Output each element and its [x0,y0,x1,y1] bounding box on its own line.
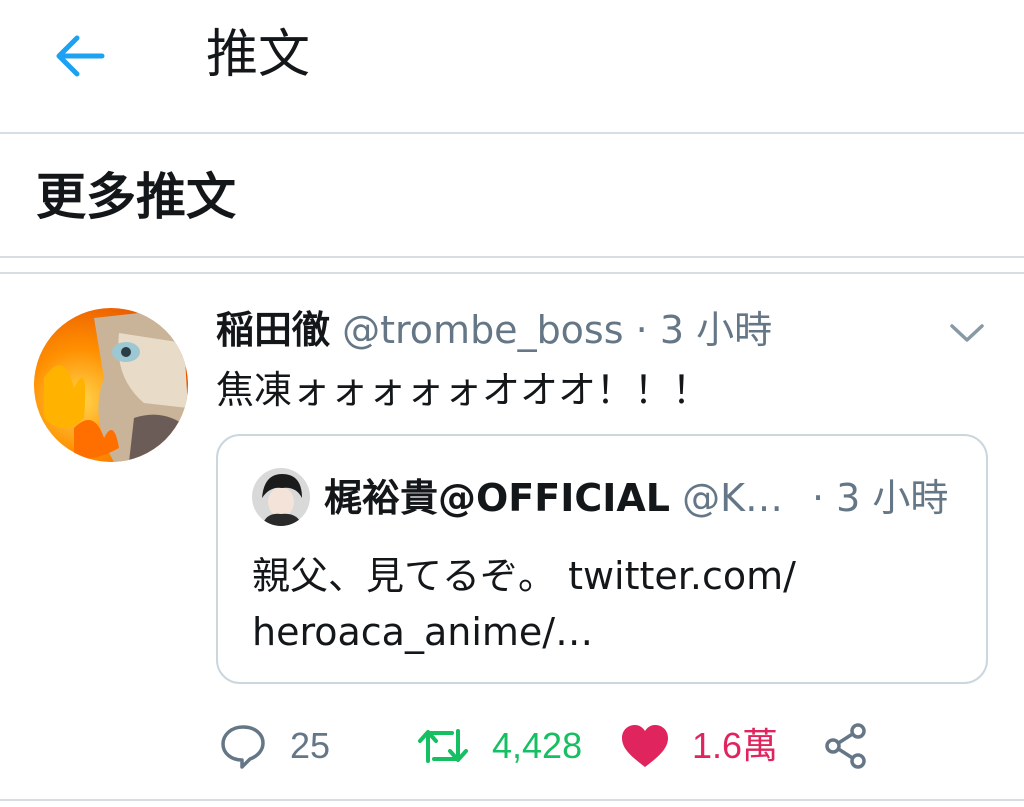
retweet-button[interactable]: 4,428 [416,714,582,778]
quoted-header: 梶裕貴@OFFICIAL @K… [324,470,783,526]
quoted-avatar[interactable] [252,468,310,526]
top-bar: 推文 [0,0,1024,134]
tweet-header: 稲田徹 @trombe_boss · 3 小時 [216,302,772,358]
timestamp[interactable]: 3 小時 [660,308,772,352]
display-name[interactable]: 稲田徹 [216,308,330,352]
arrow-left-icon [56,35,105,77]
retweet-icon [418,729,468,763]
section-title: 更多推文 [36,168,236,226]
avatar[interactable] [34,308,188,462]
share-button[interactable] [822,714,870,778]
quoted-timestamp: · 3 小時 [812,476,949,520]
reply-button[interactable]: 25 [218,714,330,778]
separator-dot: · [635,308,648,352]
tweet-actions: 25 4,428 1.6萬 [216,714,988,778]
quoted-text: 親父、見てるぞ。 twitter.com/ heroaca_anime/… [252,548,952,660]
like-count: 1.6萬 [692,725,779,766]
quoted-tweet[interactable]: 梶裕貴@OFFICIAL @K… · 3 小時 親父、見てるぞ。 twitter… [216,434,988,684]
retweet-count: 4,428 [492,725,583,766]
chevron-down-icon [950,324,984,342]
user-handle[interactable]: @trombe_boss [342,308,623,352]
quoted-avatar-image [252,468,310,526]
share-icon [825,723,866,769]
section-divider [0,258,1024,274]
reply-bubble-icon [221,725,265,769]
reply-count: 25 [290,725,331,766]
avatar-image [34,308,188,462]
heart-icon [622,725,668,767]
page-title: 推文 [206,25,311,85]
quoted-display-name: 梶裕貴@OFFICIAL [324,476,671,520]
quoted-text-line-2[interactable]: heroaca_anime/… [252,604,952,660]
back-button[interactable] [50,28,110,88]
tweet[interactable]: 稲田徹 @trombe_boss · 3 小時 焦凍ォォォォォオオオ！！！ 梶裕… [0,274,1024,801]
quoted-text-line-1: 親父、見てるぞ。 twitter.com/ [252,554,796,598]
tweet-text: 焦凍ォォォォォオオオ！！！ [216,368,711,412]
quoted-user-handle: @K… [682,476,784,520]
more-tweets-section: 更多推文 [0,134,1024,258]
tweet-menu-button[interactable] [946,316,988,350]
like-button[interactable]: 1.6萬 [620,714,778,778]
